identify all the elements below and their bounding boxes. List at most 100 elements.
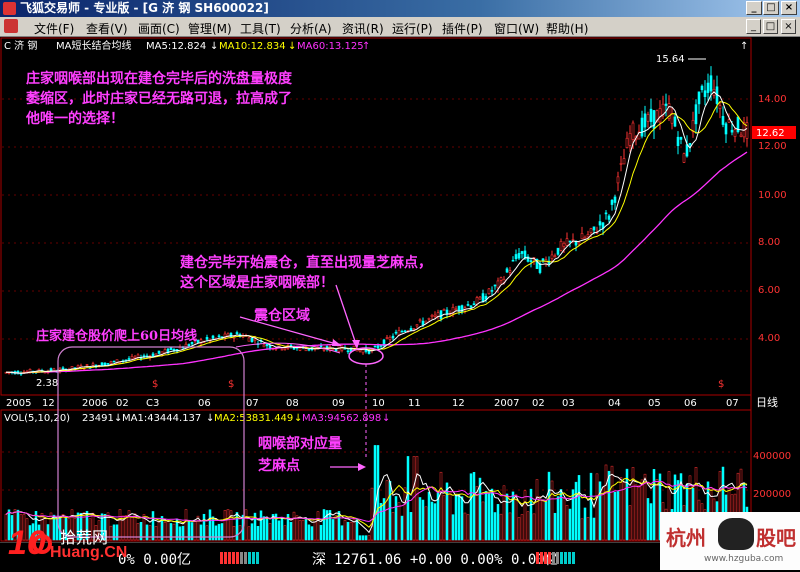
volume-bar [502,485,506,541]
menu-file[interactable]: 文件(F) [34,20,74,37]
candle-body [412,328,416,330]
menu-window[interactable]: 窗口(W) [494,20,539,37]
candle-body [568,240,572,243]
menu-analysis[interactable]: 分析(A) [290,20,332,37]
volume-bar [589,472,593,541]
chart-area[interactable]: C 济 钢 MA短长结合均线 MA5:12.824 ↓ MA10:12.834 … [0,37,800,542]
candle-body [253,338,257,341]
time-label: 12 [452,398,465,409]
child-restore-button[interactable]: □ [763,19,778,34]
volume-bar [250,523,254,541]
child-minimize-button[interactable]: _ [746,19,761,34]
menu-run[interactable]: 运行(P) [392,20,433,37]
candle-body [628,133,632,146]
candle-body [346,350,350,353]
volume-bar [484,490,488,541]
volume-bar [400,515,404,541]
candle-body [472,303,476,306]
candle-body [106,363,110,365]
volume-bar [421,499,425,541]
volume-bar [466,514,470,541]
vol-tick: 400000 [753,451,791,462]
candle-body [703,90,707,98]
volume-bar [553,512,557,541]
candle-body [235,332,239,335]
volume-bar [517,517,521,541]
close-button[interactable]: × [781,1,797,15]
candle-body [151,353,155,357]
volume-bar [652,469,656,541]
menu-view[interactable]: 查看(V) [86,20,128,37]
minimize-button[interactable]: _ [746,1,762,15]
volume-bar [580,518,584,541]
time-label: 02 [116,398,129,409]
child-close-button[interactable]: × [781,19,796,34]
time-axis-unit: 日线 [756,395,778,409]
volume-bar [538,496,542,541]
candle-body [334,349,338,352]
volume-bar [355,519,359,541]
volume-bar [283,525,287,541]
candle-body [697,91,701,105]
app-menu-icon[interactable] [4,19,18,33]
volume-bar [457,494,461,541]
volume-bar [154,526,158,541]
candle-body [457,305,461,312]
candle-body [520,251,524,254]
arrow-to-throat [335,284,358,348]
window-title-bar[interactable]: 飞狐交易师 - 专业版 - [G 济 钢 SH600022] _ □ × [0,0,800,17]
volume-bar [370,487,374,541]
dividend-marker: $ [718,379,724,390]
volume-bar [256,525,260,541]
candle-body [511,259,515,262]
candle-body [619,163,623,165]
candle-body [694,104,698,125]
time-label: 12 [42,398,55,409]
time-label: 09 [332,398,345,409]
candle-body [442,309,446,311]
candle-body [682,153,686,163]
volume-bar [331,519,335,541]
panel-scroll-arrow[interactable]: ↑ [740,41,748,52]
volume-bar [217,523,221,541]
dividend-marker: $ [152,379,158,390]
candle-body [211,335,215,339]
menu-screen[interactable]: 画面(C) [138,20,180,37]
vol-ma3-label: MA3:94562.898 [302,413,381,424]
candle-body [643,113,647,128]
candle-body [481,293,485,303]
volume-bar [346,521,350,541]
menu-manage[interactable]: 管理(M) [188,20,232,37]
volume-bar [505,493,509,541]
volume-bar [481,501,485,541]
maximize-button[interactable]: □ [763,1,779,15]
price-tick: 10.00 [758,190,787,201]
volume-bar [601,487,605,541]
candle-body [538,263,542,273]
menu-info[interactable]: 资讯(R) [342,20,384,37]
candle-body [610,199,614,205]
menu-plugin[interactable]: 插件(P) [442,20,483,37]
volume-bar [340,525,344,541]
candle-body [100,362,104,367]
annotation-overlay [57,284,384,538]
indicator-name: MA短长结合均线 [56,39,131,52]
candle-body [430,315,434,317]
candle-body [112,360,116,363]
volume-bar [541,499,545,541]
volume-bar [364,535,368,541]
candle-body [307,348,311,351]
time-label: 06 [198,398,211,409]
candle-body [250,337,254,342]
candle-body [403,330,407,333]
grid-lines [2,98,750,491]
candle-body [127,358,131,360]
volume-bar [181,525,185,541]
candle-body [319,345,323,348]
volume-bar [586,517,590,541]
dividend-marker: $ [228,379,234,390]
menu-help[interactable]: 帮助(H) [546,20,588,37]
candle-body [553,255,557,258]
volume-bar [469,473,473,541]
menu-tools[interactable]: 工具(T) [240,20,281,37]
